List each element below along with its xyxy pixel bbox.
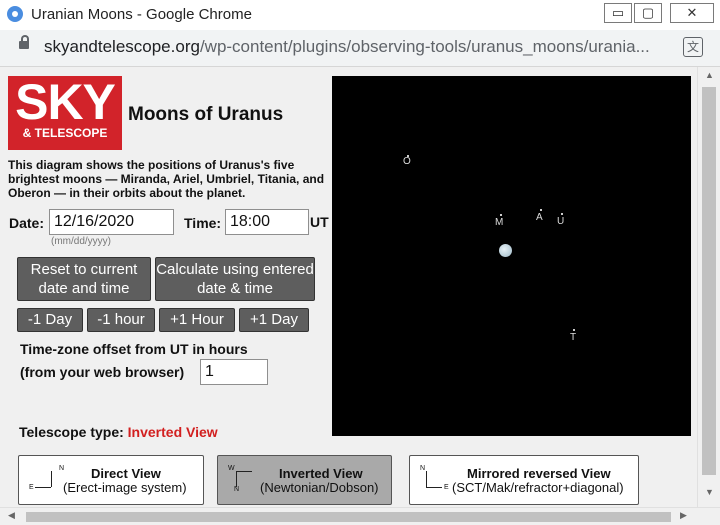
maximize-icon[interactable]: ▢ <box>634 3 662 23</box>
miranda-dot <box>500 214 502 216</box>
translate-icon[interactable]: 文 <box>683 37 703 57</box>
url-domain: skyandtelescope.org <box>44 37 200 56</box>
minus-hour-button[interactable]: -1 hour <box>87 308 155 332</box>
page-title: Moons of Uranus <box>128 104 284 125</box>
moon-diagram: O M A U T <box>332 76 691 436</box>
reset-button[interactable]: Reset to current date and time <box>17 257 151 301</box>
page-description: This diagram shows the positions of Uran… <box>8 158 325 200</box>
time-label: Time: <box>184 215 222 231</box>
mirrored-view-title: Mirrored reversed View <box>467 466 611 481</box>
logo-sky-text: SKY <box>15 74 116 130</box>
inverted-view-title: Inverted View <box>279 466 363 481</box>
close-icon[interactable]: ✕ <box>670 3 714 23</box>
date-format-hint: (mm/dd/yyyy) <box>51 236 111 247</box>
ariel-label: A <box>536 212 543 223</box>
umbriel-label: U <box>557 216 565 227</box>
date-input[interactable] <box>49 209 174 235</box>
inverted-view-subtitle: (Newtonian/Dobson) <box>260 480 379 495</box>
window-titlebar: Uranian Moons - Google Chrome ▭ ▢ ✕ <box>0 0 720 30</box>
scroll-right-icon[interactable]: ▶ <box>680 510 687 521</box>
oberon-label: O <box>403 156 411 167</box>
date-label: Date: <box>9 215 45 231</box>
sky-telescope-logo[interactable]: SKY & TELESCOPE <box>8 76 122 150</box>
page-content: SKY & TELESCOPE Moons of Uranus This dia… <box>0 67 697 507</box>
direct-view-button[interactable]: N E Direct View (Erect-image system) <box>18 455 204 505</box>
time-input[interactable] <box>225 209 309 235</box>
logo-telescope-text: & TELESCOPE <box>22 126 108 140</box>
scroll-up-icon[interactable]: ▲ <box>705 70 714 80</box>
ariel-dot <box>540 209 542 211</box>
plus-hour-button[interactable]: +1 Hour <box>159 308 235 332</box>
mirrored-view-subtitle: (SCT/Mak/refractor+diagonal) <box>452 480 624 495</box>
timezone-input[interactable] <box>200 359 268 385</box>
url-path: /wp-content/plugins/observing-tools/uran… <box>199 37 650 56</box>
titania-label: T <box>570 332 577 343</box>
window-title: Uranian Moons - Google Chrome <box>31 6 252 23</box>
address-bar[interactable]: skyandtelescope.org/wp-content/plugins/o… <box>0 30 720 67</box>
direct-view-title: Direct View <box>91 466 161 481</box>
url-text[interactable]: skyandtelescope.org/wp-content/plugins/o… <box>44 37 650 57</box>
ut-label: UT <box>310 214 329 230</box>
miranda-label: M <box>495 217 504 228</box>
scroll-left-icon[interactable]: ◀ <box>8 510 15 521</box>
minimize-icon[interactable]: ▭ <box>604 3 632 23</box>
lock-icon <box>19 35 29 49</box>
telescope-type-text: Telescope type: <box>19 424 124 440</box>
telescope-type-label: Telescope type: Inverted View <box>19 424 218 440</box>
plus-day-button[interactable]: +1 Day <box>239 308 309 332</box>
inverted-view-orientation-icon: W N <box>228 465 258 493</box>
vertical-scrollbar[interactable]: ▲ ▼ <box>697 67 720 507</box>
chrome-icon <box>7 6 23 22</box>
scroll-down-icon[interactable]: ▼ <box>705 487 714 497</box>
mirrored-view-orientation-icon: N E <box>420 465 449 491</box>
vertical-scroll-thumb[interactable] <box>702 87 716 475</box>
telescope-type-value: Inverted View <box>127 424 218 440</box>
calculate-button[interactable]: Calculate using entered date & time <box>155 257 315 301</box>
horizontal-scroll-thumb[interactable] <box>26 512 671 522</box>
horizontal-scrollbar[interactable]: ◀ ▶ <box>0 507 720 525</box>
inverted-view-button[interactable]: W N Inverted View (Newtonian/Dobson) <box>217 455 392 505</box>
titania-dot <box>573 329 575 331</box>
oberon-dot <box>407 155 409 157</box>
timezone-label: Time-zone offset from UT in hours <box>20 341 248 357</box>
direct-view-orientation-icon: N E <box>29 465 65 491</box>
uranus-planet <box>499 244 512 257</box>
minus-day-button[interactable]: -1 Day <box>17 308 83 332</box>
mirrored-view-button[interactable]: N E Mirrored reversed View (SCT/Mak/refr… <box>409 455 639 505</box>
direct-view-subtitle: (Erect-image system) <box>63 480 187 495</box>
umbriel-dot <box>561 213 563 215</box>
